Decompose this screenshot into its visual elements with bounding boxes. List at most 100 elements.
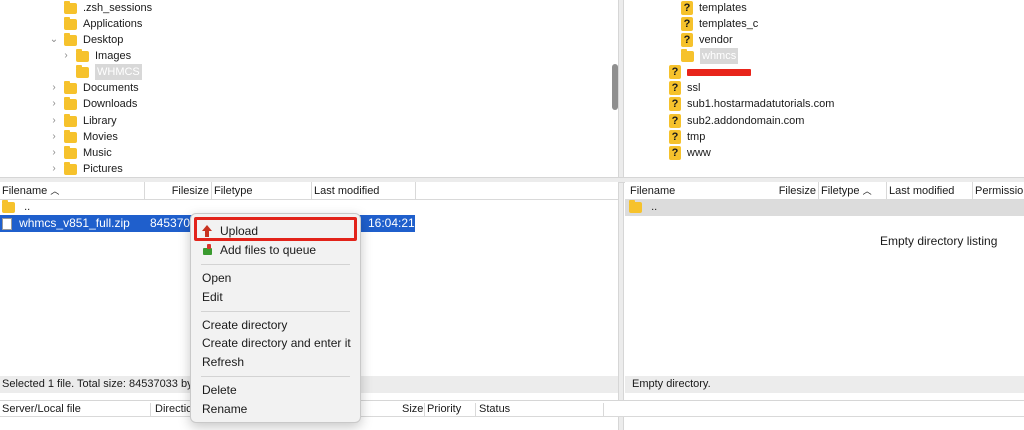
question-icon: ? xyxy=(669,130,681,144)
tree-item[interactable]: ? templates_c xyxy=(681,16,758,32)
tree-item[interactable]: ⌄ Desktop xyxy=(48,32,123,48)
folder-icon xyxy=(76,64,89,78)
tree-item-label: Pictures xyxy=(83,163,123,175)
question-icon: ? xyxy=(681,17,693,31)
column-header-filesize[interactable]: Filesize xyxy=(145,182,212,200)
column-header-filename[interactable]: Filename ︿ xyxy=(0,182,145,200)
tree-item[interactable]: ? templates xyxy=(681,0,747,16)
tree-item-selected[interactable]: WHMCS xyxy=(60,64,142,80)
menu-separator xyxy=(201,376,350,377)
tree-item[interactable]: ? vendor xyxy=(681,32,733,48)
chevron-right-icon[interactable]: › xyxy=(48,113,60,129)
chevron-right-icon[interactable]: › xyxy=(48,161,60,177)
column-header-last-modified[interactable]: Last modified xyxy=(887,182,973,200)
tree-item[interactable]: › Music xyxy=(48,145,112,161)
tree-item-label: Downloads xyxy=(83,98,138,110)
column-header-filesize[interactable]: Filesize xyxy=(763,182,819,200)
tree-item[interactable]: ? www xyxy=(669,145,711,161)
column-header-last-modified[interactable]: Last modified xyxy=(312,182,416,200)
tree-item[interactable]: ? ssl xyxy=(669,80,700,96)
column-header-direction[interactable]: Directio xyxy=(155,401,192,418)
file-size: 845370 xyxy=(150,216,191,230)
folder-icon xyxy=(64,161,77,175)
chevron-right-icon[interactable]: › xyxy=(48,96,60,112)
menu-item-label: Create directory xyxy=(202,318,288,332)
menu-item-open[interactable]: Open xyxy=(202,269,231,287)
folder-icon xyxy=(64,32,77,46)
tree-item[interactable]: ? sub1.hostarmadatutorials.com xyxy=(669,96,834,112)
column-header-status[interactable]: Status xyxy=(479,401,510,418)
menu-item-label: Refresh xyxy=(202,355,245,369)
folder-icon xyxy=(64,0,77,14)
tree-item-label: whmcs xyxy=(700,48,739,64)
tree-item[interactable]: ? tmp xyxy=(669,129,705,145)
column-header-priority[interactable]: Priority xyxy=(427,401,461,418)
column-header-permissions[interactable]: Permission xyxy=(973,182,1024,200)
question-icon: ? xyxy=(669,65,681,79)
folder-icon xyxy=(64,113,77,127)
tree-item[interactable]: › Movies xyxy=(48,129,118,145)
menu-item-add-to-queue[interactable]: Add files to queue xyxy=(202,241,316,259)
tree-item[interactable]: › Images xyxy=(60,48,131,64)
menu-item-edit[interactable]: Edit xyxy=(202,288,223,306)
tree-item[interactable]: › Pictures xyxy=(48,161,123,177)
tree-item-label: Music xyxy=(83,147,112,159)
tree-item-label: templates_c xyxy=(699,18,759,30)
tree-item[interactable]: Applications xyxy=(48,16,142,32)
list-item-parent[interactable]: .. xyxy=(625,199,1024,216)
menu-item-label: Rename xyxy=(202,402,248,416)
tree-item-label: www xyxy=(687,147,711,159)
remote-list-header: Filename Filesize Filetype ︿ Last modifi… xyxy=(625,182,1024,200)
tree-item[interactable]: .zsh_sessions xyxy=(48,0,152,16)
column-header-filetype[interactable]: Filetype xyxy=(212,182,312,200)
folder-icon xyxy=(2,199,15,213)
tree-item[interactable]: › Library xyxy=(48,113,117,129)
menu-item-delete[interactable]: Delete xyxy=(202,381,237,399)
question-icon: ? xyxy=(669,146,681,160)
menu-item-upload[interactable]: Upload xyxy=(202,222,258,240)
tree-item-label: ssl xyxy=(687,82,701,94)
menu-item-label: Edit xyxy=(202,290,223,304)
column-header-server-local-file[interactable]: Server/Local file xyxy=(2,401,81,418)
tree-item[interactable]: › Documents xyxy=(48,80,139,96)
add-to-queue-icon xyxy=(202,244,214,256)
parent-directory-label: .. xyxy=(24,201,31,213)
tree-item[interactable]: ? sub2.addondomain.com xyxy=(669,113,804,129)
queue-header: Server/Local file Directio Size Priority… xyxy=(0,400,1024,417)
chevron-right-icon[interactable]: › xyxy=(48,129,60,145)
folder-icon xyxy=(64,16,77,30)
tree-item[interactable]: › Downloads xyxy=(48,96,137,112)
folder-icon xyxy=(64,96,77,110)
tree-item-label: Images xyxy=(95,50,132,62)
question-icon: ? xyxy=(681,1,693,15)
tree-item-label: templates xyxy=(699,2,747,14)
column-header-filetype[interactable]: Filetype ︿ xyxy=(819,182,887,200)
menu-item-refresh[interactable]: Refresh xyxy=(202,353,244,371)
remote-status-text: Empty directory. xyxy=(632,378,711,390)
menu-item-create-directory-enter[interactable]: Create directory and enter it xyxy=(202,334,351,352)
tree-item-redacted[interactable]: ? xyxy=(669,64,751,80)
chevron-right-icon[interactable]: › xyxy=(48,145,60,161)
menu-item-label: Add files to queue xyxy=(220,243,317,257)
empty-listing-message: Empty directory listing xyxy=(880,234,998,248)
menu-item-create-directory[interactable]: Create directory xyxy=(202,316,287,334)
tree-item-label: sub2.addondomain.com xyxy=(687,115,805,127)
local-list-header: Filename ︿ Filesize Filetype Last modifi… xyxy=(0,182,618,200)
tree-item-label: Library xyxy=(83,115,117,127)
tree-item-selected[interactable]: whmcs xyxy=(681,48,739,64)
question-icon: ? xyxy=(669,81,681,95)
tree-item-label: Movies xyxy=(83,131,118,143)
sort-ascending-icon: ︿ xyxy=(50,186,60,196)
local-directory-tree: .zsh_sessions Applications ⌄ Desktop › I… xyxy=(0,0,618,178)
sort-ascending-icon: ︿ xyxy=(862,186,872,196)
chevron-down-icon[interactable]: ⌄ xyxy=(48,32,60,48)
file-icon xyxy=(2,218,12,231)
folder-icon xyxy=(64,80,77,94)
tree-item-label: Desktop xyxy=(83,34,124,46)
column-header-size[interactable]: Size xyxy=(402,401,423,418)
remote-status-bar: Empty directory. xyxy=(625,376,1024,393)
chevron-right-icon[interactable]: › xyxy=(48,80,60,96)
chevron-right-icon[interactable]: › xyxy=(60,48,72,64)
remote-tree-scrollbar[interactable] xyxy=(612,64,618,110)
menu-item-rename[interactable]: Rename xyxy=(202,400,247,418)
